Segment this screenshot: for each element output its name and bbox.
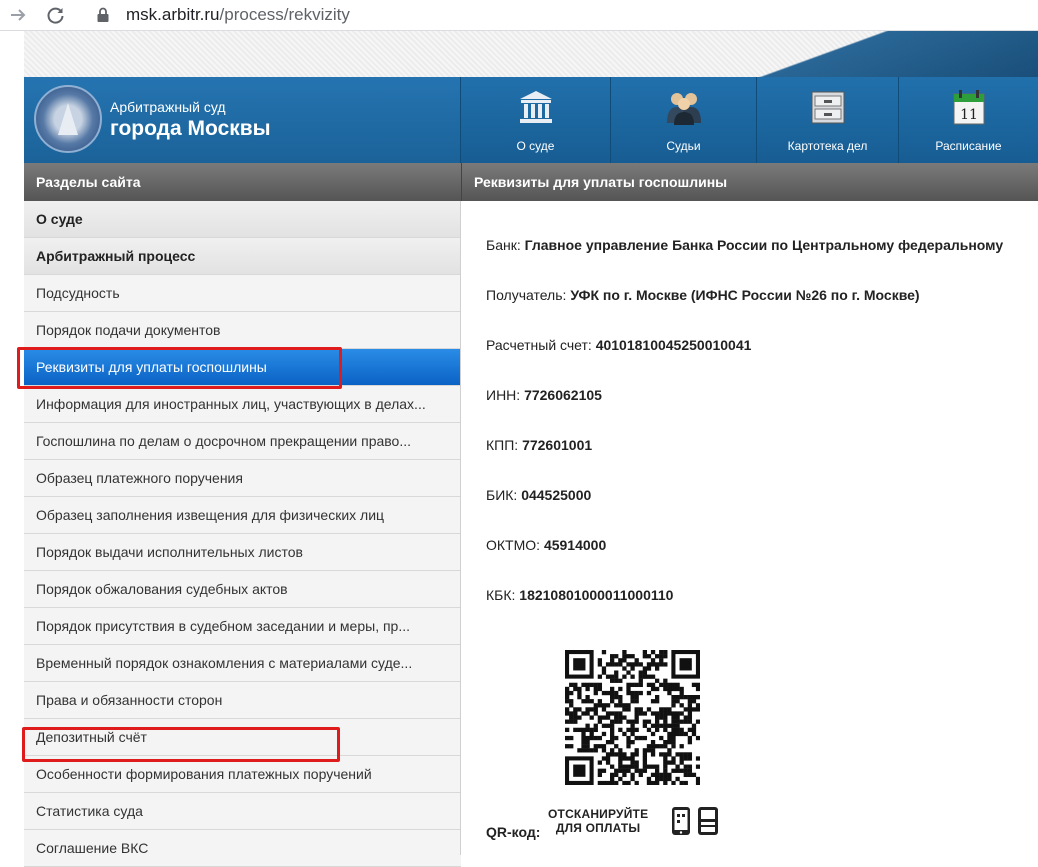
bik-label: БИК: <box>486 487 518 503</box>
kpp-row: КПП: 772601001 <box>486 437 592 453</box>
account-label: Расчетный счет: <box>486 337 592 353</box>
reload-icon[interactable] <box>46 5 66 25</box>
sidebar-item-foreign-persons[interactable]: Информация для иностранных лиц, участвую… <box>24 386 461 423</box>
qr-label: QR-код: <box>486 824 541 840</box>
oktmo-label: ОКТМО: <box>486 537 541 553</box>
sidebar-item-appeal-procedure[interactable]: Порядок обжалования судебных актов <box>24 571 461 608</box>
bank-row: Банк: Главное управление Банка России по… <box>486 237 1003 253</box>
court-logo-area[interactable]: Арбитражный суд города Москвы <box>24 77 460 163</box>
nav-about-court[interactable]: О суде <box>460 77 610 163</box>
sidebar-item-early-termination-fee[interactable]: Госпошлина по делам о досрочном прекраще… <box>24 423 461 460</box>
sidebar-menu: О суде Арбитражный процесс Подсудность П… <box>24 201 461 867</box>
payment-qr-code <box>565 650 700 785</box>
url-path: /process/rekvizity <box>219 5 350 24</box>
judges-icon <box>666 93 701 125</box>
sidebar-item-jurisdiction[interactable]: Подсудность <box>24 275 461 312</box>
inn-label: ИНН: <box>486 387 521 403</box>
nav-case-files[interactable]: Картотека дел <box>756 77 898 163</box>
scan-line2: ДЛЯ ОПЛАТЫ <box>555 821 641 835</box>
nav-schedule[interactable]: 11 Расписание <box>898 77 1038 163</box>
bank-label: Банк: <box>486 237 521 253</box>
court-emblem-icon <box>34 85 102 153</box>
calendar-icon: 11 <box>953 90 984 125</box>
sidebar-item-writs-issuance[interactable]: Порядок выдачи исполнительных листов <box>24 534 461 571</box>
kbk-label: КБК: <box>486 587 516 603</box>
oktmo-row: ОКТМО: 45914000 <box>486 537 606 553</box>
scan-line1: ОТСКАНИРУЙТЕ <box>548 807 649 821</box>
calendar-day: 11 <box>960 107 978 123</box>
site-header: Арбитражный суд города Москвы О суде Суд… <box>24 77 1038 163</box>
browser-toolbar: msk.arbitr.ru/process/rekvizity <box>0 0 1038 31</box>
kbk-value: 18210801000011000110 <box>519 587 674 603</box>
sidebar-item-case-materials[interactable]: Временный порядок ознакомления с материа… <box>24 645 461 682</box>
recipient-row: Получатель: УФК по г. Москве (ИФНС Росси… <box>486 287 920 303</box>
sidebar-item-party-rights[interactable]: Права и обязанности сторон <box>24 682 461 719</box>
sidebar-item-filing-procedure[interactable]: Порядок подачи документов <box>24 312 461 349</box>
sidebar-divider <box>460 201 461 855</box>
nav-label: Картотека дел <box>787 139 868 153</box>
court-name-line1: Арбитражный суд <box>110 99 226 115</box>
sidebar-item-attendance-rules[interactable]: Порядок присутствия в судебном заседании… <box>24 608 461 645</box>
account-value: 40101810045250010041 <box>595 337 752 353</box>
courthouse-icon <box>519 91 552 123</box>
oktmo-value: 45914000 <box>543 537 607 553</box>
highlight-box-deposit-account <box>22 727 340 762</box>
kbk-row: КБК: 18210801000011000110 <box>486 587 673 603</box>
bik-value: 044525000 <box>521 487 592 503</box>
url-host: msk.arbitr.ru <box>126 5 220 24</box>
kpp-label: КПП: <box>486 437 519 453</box>
sidebar-item-vks-agreement[interactable]: Соглашение ВКС <box>24 830 461 867</box>
kpp-value: 772601001 <box>522 437 593 453</box>
file-cabinet-icon <box>811 91 844 124</box>
inn-row: ИНН: 7726062105 <box>486 387 602 403</box>
smartphone-icon <box>672 807 690 835</box>
sidebar-item-payment-order-sample[interactable]: Образец платежного поручения <box>24 460 461 497</box>
recipient-label: Получатель: <box>486 287 567 303</box>
sidebar-item-court-statistics[interactable]: Статистика суда <box>24 793 461 830</box>
sidebar-title: Разделы сайта <box>24 163 461 201</box>
scan-to-pay-text: ОТСКАНИРУЙТЕ ДЛЯ ОПЛАТЫ <box>548 807 648 835</box>
sidebar-item-notice-sample[interactable]: Образец заполнения извещения для физичес… <box>24 497 461 534</box>
nav-judges[interactable]: Судьи <box>610 77 756 163</box>
highlight-box-fee-details <box>17 347 342 389</box>
sidebar-item-about[interactable]: О суде <box>24 201 461 238</box>
lock-icon[interactable] <box>96 7 110 23</box>
recipient-value: УФК по г. Москве (ИФНС России №26 по г. … <box>570 287 920 303</box>
sidebar-item-arbitration-process[interactable]: Арбитражный процесс <box>24 238 461 275</box>
forward-arrow-icon[interactable] <box>8 5 28 25</box>
payment-terminal-icon <box>698 807 718 835</box>
court-name-line2: города Москвы <box>110 117 271 140</box>
page-title: Реквизиты для уплаты госпошлины <box>461 163 1038 201</box>
bik-row: БИК: 044525000 <box>486 487 591 503</box>
address-bar[interactable]: msk.arbitr.ru/process/rekvizity <box>126 5 350 25</box>
account-row: Расчетный счет: 40101810045250010041 <box>486 337 751 353</box>
header-banner <box>24 31 1038 77</box>
bank-value: Главное управление Банка России по Центр… <box>524 237 1004 253</box>
nav-label: Судьи <box>666 139 701 153</box>
nav-label: Расписание <box>935 139 1002 153</box>
nav-label: О суде <box>516 139 555 153</box>
inn-value: 7726062105 <box>524 387 602 403</box>
